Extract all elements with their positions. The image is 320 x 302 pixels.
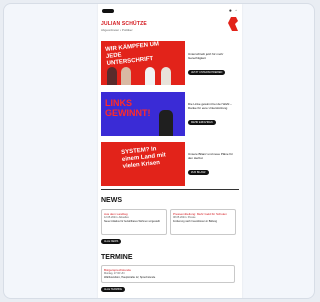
news-heading: NEWS — [101, 197, 122, 204]
top-bar: ● ◦ — [102, 8, 238, 16]
tile-3-button[interactable]: ZUR BILANZ — [188, 170, 209, 175]
termine-heading: TERMINE — [101, 254, 133, 261]
person-image — [121, 67, 131, 85]
news-card-text: Forderung nach Investitionen in Bildung — [173, 219, 218, 223]
campaign-tile-2[interactable]: LINKS GEWINNT! — [101, 92, 185, 136]
person-image — [161, 67, 171, 85]
tile-2-text: Die Linke gewinnt bei der Wahl – Danke f… — [188, 102, 232, 110]
mobile-page: ● ◦ JULIAN SCHÜTZE Abgeordneter • Politi… — [98, 4, 242, 299]
news-card[interactable]: Aus dem Landtag 12.05.2024 • Aktuelles N… — [101, 209, 167, 235]
footer-banner — [101, 298, 239, 299]
news-card[interactable]: Pressemitteilung: Mehr Geld für Schulen … — [170, 209, 236, 235]
status-icons: ● ◦ — [228, 8, 238, 14]
all-events-button[interactable]: ALLE TERMINE — [101, 287, 126, 292]
site-subtitle: Abgeordneter • Politiker — [101, 28, 133, 32]
menu-icon[interactable] — [102, 9, 114, 13]
tile-3-text: Unsere Bilanz und neue Pläne für den Her… — [188, 152, 233, 160]
all-news-button[interactable]: ALLE NEWS — [101, 239, 122, 244]
tile-headline: WIR KÄMPFEN UM JEDE UNTERSCHRIFT — [105, 41, 160, 67]
tile-3-side: Unsere Bilanz und neue Pläne für den Her… — [188, 152, 238, 178]
campaign-tile-1[interactable]: WIR KÄMPFEN UM JEDE UNTERSCHRIFT — [101, 41, 185, 85]
tile-1-side: Unterschreib jetzt für mehr Gerechtigkei… — [188, 52, 238, 78]
person-image — [145, 67, 155, 85]
tile-1-text: Unterschreib jetzt für mehr Gerechtigkei… — [188, 52, 224, 60]
site-title[interactable]: JULIAN SCHÜTZE — [101, 21, 147, 27]
person-image — [159, 110, 173, 136]
person-image — [107, 67, 117, 85]
tile-headline: SYSTEM? In einem Land mit vielen Krisen — [121, 146, 167, 170]
event-card-text: Wahlkreisbüro, Hauptstraße 12, Sprechstu… — [104, 275, 156, 279]
tile-2-button[interactable]: MEHR ERFAHREN — [188, 120, 216, 125]
tile-2-side: Die Linke gewinnt bei der Wahl – Danke f… — [188, 102, 238, 128]
event-card[interactable]: Bürgersprechstunde Montag, 17:00 Uhr Wah… — [101, 265, 235, 283]
tile-headline: LINKS GEWINNT! — [105, 98, 151, 118]
divider — [101, 189, 239, 190]
news-card-text: Neue Initiative für bezahlbares Wohnen v… — [104, 219, 160, 223]
campaign-tile-3[interactable]: SYSTEM? In einem Land mit vielen Krisen — [101, 142, 185, 186]
tile-1-button[interactable]: JETZT UNTERSCHREIBEN — [188, 70, 226, 75]
party-logo-icon[interactable] — [228, 17, 238, 31]
browser-frame: ● ◦ JULIAN SCHÜTZE Abgeordneter • Politi… — [3, 3, 315, 299]
